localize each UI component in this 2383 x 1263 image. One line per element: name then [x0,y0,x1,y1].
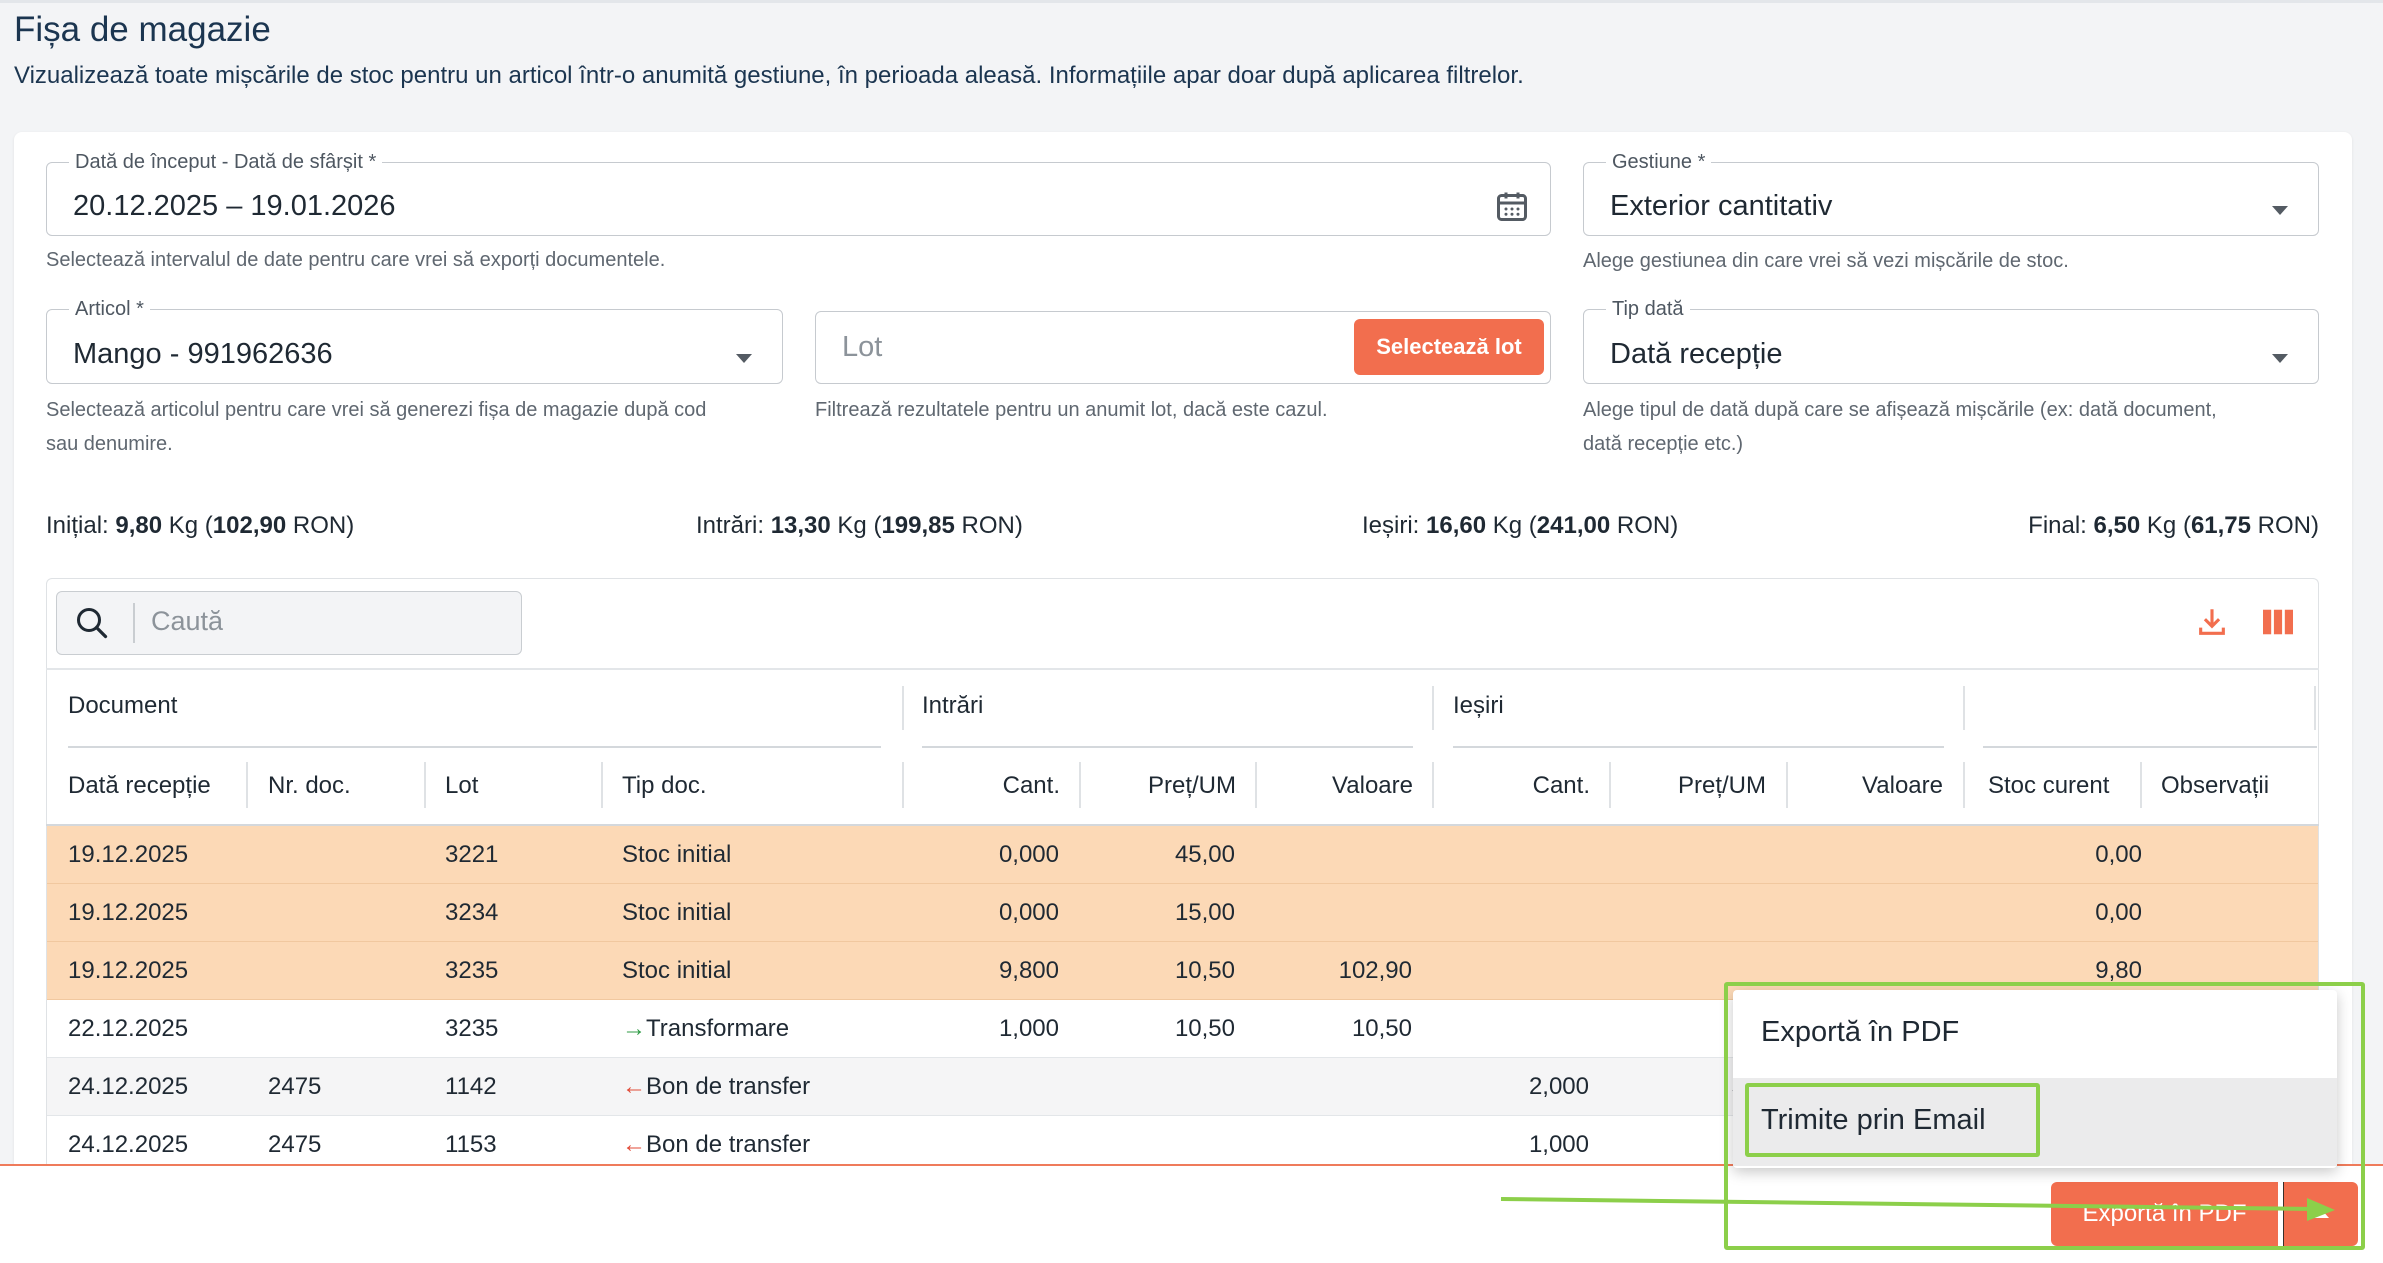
column-separator [1432,762,1434,808]
group-header-intrari: Intrări [922,692,984,719]
download-icon[interactable] [2195,605,2229,639]
chevron-down-icon[interactable] [2272,206,2288,215]
date-range-helper: Selectează intervalul de date pentru car… [46,249,666,271]
column-separator [246,762,248,808]
summary-intrari: Intrări: 13,30 Kg (199,85 RON) [696,512,1023,539]
summary-initial: Inițial: 9,80 Kg (102,90 RON) [46,512,355,539]
col-header-intrari-cant[interactable]: Cant. [900,772,1060,800]
page-title: Fișa de magazie [14,10,271,49]
group-header-iesiri: Ieșiri [1453,692,1504,719]
tip-data-select[interactable]: Tip dată Dată recepție [1583,299,2319,384]
date-range-field[interactable]: Dată de început - Dată de sfârșit * 20.1… [46,152,1551,236]
page-subtitle: Vizualizează toate mișcările de stoc pen… [14,62,1524,89]
annotation-highlight-box [1745,1083,2040,1157]
group-underline [68,746,881,748]
tip-data-label: Tip dată [1612,298,1684,320]
toolbar-divider [46,668,2319,670]
col-header-stoc-curent[interactable]: Stoc curent [1988,772,2109,800]
search-icon [77,608,108,639]
tip-data-helper: Alege tipul de dată după care se afișeaz… [1583,393,2217,461]
lot-field[interactable]: Lot Selectează lot [815,311,1551,384]
arrow-left-icon: ← [622,1131,646,1158]
date-range-value: 20.12.2025 – 19.01.2026 [73,190,396,222]
search-input[interactable] [56,591,522,655]
articol-helper-line1: Selectează articolul pentru care vrei să… [46,399,707,421]
col-header-iesiri-pret[interactable]: Preț/UM [1606,772,1766,800]
group-underline [1983,746,2317,748]
col-header-tip-doc[interactable]: Tip doc. [622,772,706,800]
chevron-down-icon[interactable] [2272,354,2288,363]
column-separator [1963,686,1965,730]
group-underline [922,746,1413,748]
gestiune-value: Exterior cantitativ [1610,190,1833,222]
group-underline [1453,746,1944,748]
column-separator [1255,762,1257,808]
columns-icon[interactable] [2261,607,2295,637]
search-divider [133,603,135,643]
chevron-down-icon[interactable] [736,354,752,363]
top-border [0,0,2383,3]
col-header-intrari-pret[interactable]: Preț/UM [1076,772,1236,800]
table-row[interactable]: 19.12.2025 3234 Stoc initial 0,000 15,00… [47,884,2318,942]
column-separator [424,762,426,808]
gestiune-label: Gestiune * [1612,151,1706,173]
col-header-iesiri-cant[interactable]: Cant. [1430,772,1590,800]
arrow-right-icon: → [622,1015,646,1042]
col-header-nr-doc[interactable]: Nr. doc. [268,772,351,800]
col-header-observatii[interactable]: Observații [2161,772,2269,800]
col-header-lot[interactable]: Lot [445,772,478,800]
summary-final: Final: 6,50 Kg (61,75 RON) [2028,512,2319,539]
lot-helper: Filtrează rezultatele pentru un anumit l… [815,399,1328,421]
annotation-arrow [1500,1197,2335,1221]
group-header-document: Document [68,692,178,719]
articol-value: Mango - 991962636 [73,338,333,370]
calendar-icon[interactable] [1494,188,1530,224]
col-header-iesiri-valoare[interactable]: Valoare [1783,772,1943,800]
column-separator [2140,762,2142,808]
summary-iesiri: Ieșiri: 16,60 Kg (241,00 RON) [1362,512,1679,539]
column-separator [902,686,904,730]
column-separator [902,762,904,808]
tip-data-helper-line2: dată recepție etc.) [1583,433,1744,455]
col-header-intrari-valoare[interactable]: Valoare [1253,772,1413,800]
col-header-data-receptie[interactable]: Dată recepție [68,772,211,800]
column-separator [2314,686,2316,730]
lot-placeholder: Lot [842,331,883,363]
column-separator [1609,762,1611,808]
articol-helper: Selectează articolul pentru care vrei să… [46,393,706,461]
column-separator [1786,762,1788,808]
column-separator [1963,762,1965,808]
select-lot-button[interactable]: Selectează lot [1354,319,1544,375]
articol-label: Articol * [75,298,144,320]
gestiune-helper: Alege gestiunea din care vrei să vezi mi… [1583,250,2069,272]
arrow-left-icon: ← [622,1073,646,1100]
gestiune-select[interactable]: Gestiune * Exterior cantitativ [1583,152,2319,236]
tip-data-value: Dată recepție [1610,338,1783,370]
column-separator [1432,686,1434,730]
date-range-label: Dată de început - Dată de sfârșit * [75,151,377,173]
articol-select[interactable]: Articol * Mango - 991962636 [46,299,783,384]
table-row[interactable]: 19.12.2025 3221 Stoc initial 0,000 45,00… [47,826,2318,884]
column-separator [1079,762,1081,808]
tip-data-helper-line1: Alege tipul de dată după care se afișeaz… [1583,399,2217,421]
column-separator [601,762,603,808]
search-placeholder: Caută [151,606,224,636]
articol-helper-line2: sau denumire. [46,433,173,455]
